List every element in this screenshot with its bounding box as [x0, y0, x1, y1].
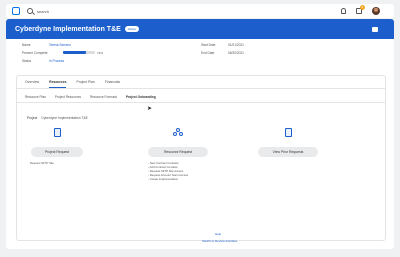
notifications-bell-icon[interactable]: [341, 8, 346, 14]
document-icon: [53, 128, 61, 137]
print-icon[interactable]: [372, 26, 378, 32]
inbox-icon[interactable]: 2: [356, 5, 365, 14]
end-date-value: 06/30/2021: [228, 51, 244, 55]
inbox-count-badge: 2: [360, 5, 365, 10]
percent-complete-field: Percent Complete: [22, 51, 48, 55]
start-date-value: 01/01/2021: [228, 43, 244, 47]
status-badge: Active: [124, 26, 139, 32]
tab-resources[interactable]: Resources: [49, 80, 67, 88]
main-card: Name Teresa Serrano Percent Complete 73%…: [6, 39, 394, 249]
tab-financials[interactable]: Financials: [105, 80, 120, 88]
user-avatar[interactable]: [372, 7, 380, 15]
page-header: Cyberdyne Implementation T&E Active: [6, 19, 394, 39]
status-value[interactable]: In Process: [49, 59, 64, 63]
top-bar: search 2: [6, 4, 394, 18]
people-group-icon: [173, 128, 183, 137]
main-tabs: Overview Resources Project Plan Financia…: [25, 80, 120, 88]
progress-fill: [63, 51, 87, 54]
project-request-column: Project Request Request SFTP Site: [22, 128, 92, 166]
view-prior-requests-button[interactable]: View Prior Requests: [258, 147, 318, 157]
percent-complete-bar: [63, 51, 95, 54]
project-row: Project Cyberdyne Implementation T&E: [27, 116, 88, 120]
status-field: Status In Process: [22, 59, 65, 63]
switch-interface-link[interactable]: Switch to Review Interface: [202, 239, 237, 243]
resource-request-notes: - New Contract Contacts - Add Contract C…: [148, 161, 189, 181]
project-value: Cyberdyne Implementation T&E: [41, 116, 88, 120]
divider: [17, 88, 385, 89]
search-icon[interactable]: [27, 8, 33, 14]
name-value[interactable]: Teresa Serrano: [49, 43, 71, 47]
search-input[interactable]: search: [37, 9, 49, 14]
resources-panel: Overview Resources Project Plan Financia…: [16, 75, 386, 243]
view-prior-requests-column: View Prior Requests: [253, 128, 323, 157]
report-icon: [284, 128, 292, 137]
home-logo-icon[interactable]: [12, 7, 20, 15]
end-date-field: End Date 06/30/2021: [201, 51, 244, 55]
help-link[interactable]: Help: [215, 232, 221, 236]
project-request-note: Request SFTP Site: [30, 161, 54, 165]
resource-request-button[interactable]: Resource Request: [148, 147, 208, 157]
mouse-cursor-icon: ➤: [147, 106, 153, 112]
start-date-field: Start Date 01/01/2021: [201, 43, 244, 47]
page-title: Cyberdyne Implementation T&E: [15, 25, 121, 33]
name-field: Name Teresa Serrano: [22, 43, 71, 47]
tab-project-plan[interactable]: Project Plan: [76, 80, 94, 88]
percent-complete-value: 73%: [97, 50, 104, 55]
divider: [17, 102, 385, 103]
tab-overview[interactable]: Overview: [25, 80, 39, 88]
project-request-button[interactable]: Project Request: [31, 147, 83, 157]
resource-request-column: Resource Request - New Contract Contacts…: [143, 128, 213, 182]
